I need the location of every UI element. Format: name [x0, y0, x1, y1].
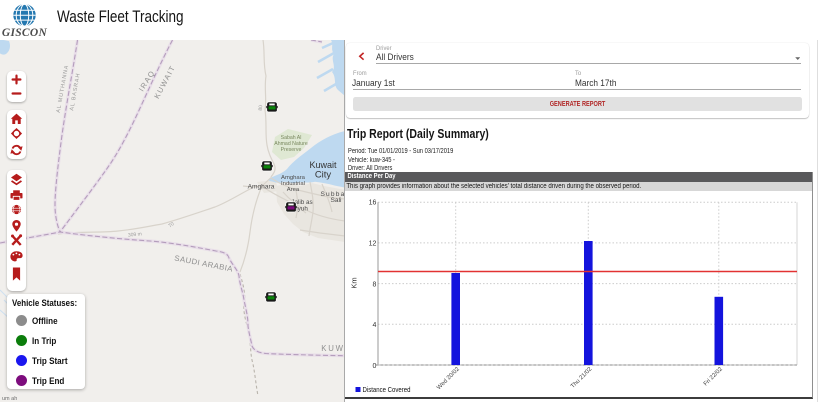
svg-text:Thu 21/02: Thu 21/02	[570, 366, 594, 390]
svg-text:Wed 20/02: Wed 20/02	[436, 366, 461, 391]
svg-text:4: 4	[372, 322, 376, 329]
svg-text:8: 8	[372, 281, 376, 288]
svg-text:0: 0	[372, 363, 376, 370]
svg-text:Sali: Sali	[331, 197, 343, 204]
svg-text:80: 80	[258, 105, 264, 111]
svg-text:Preserve: Preserve	[281, 147, 302, 153]
svg-text:Area: Area	[287, 187, 300, 193]
svg-text:Amghara: Amghara	[248, 184, 275, 191]
svg-text:um ah: um ah	[2, 396, 17, 402]
svg-text:Km: Km	[350, 278, 359, 289]
svg-text:City: City	[315, 170, 332, 181]
svg-text:KUW: KUW	[321, 344, 344, 353]
svg-text:12: 12	[369, 241, 377, 248]
svg-text:Fri 22/02: Fri 22/02	[703, 366, 724, 387]
svg-text:16: 16	[369, 200, 377, 207]
svg-text:Distance Covered: Distance Covered	[363, 385, 411, 394]
